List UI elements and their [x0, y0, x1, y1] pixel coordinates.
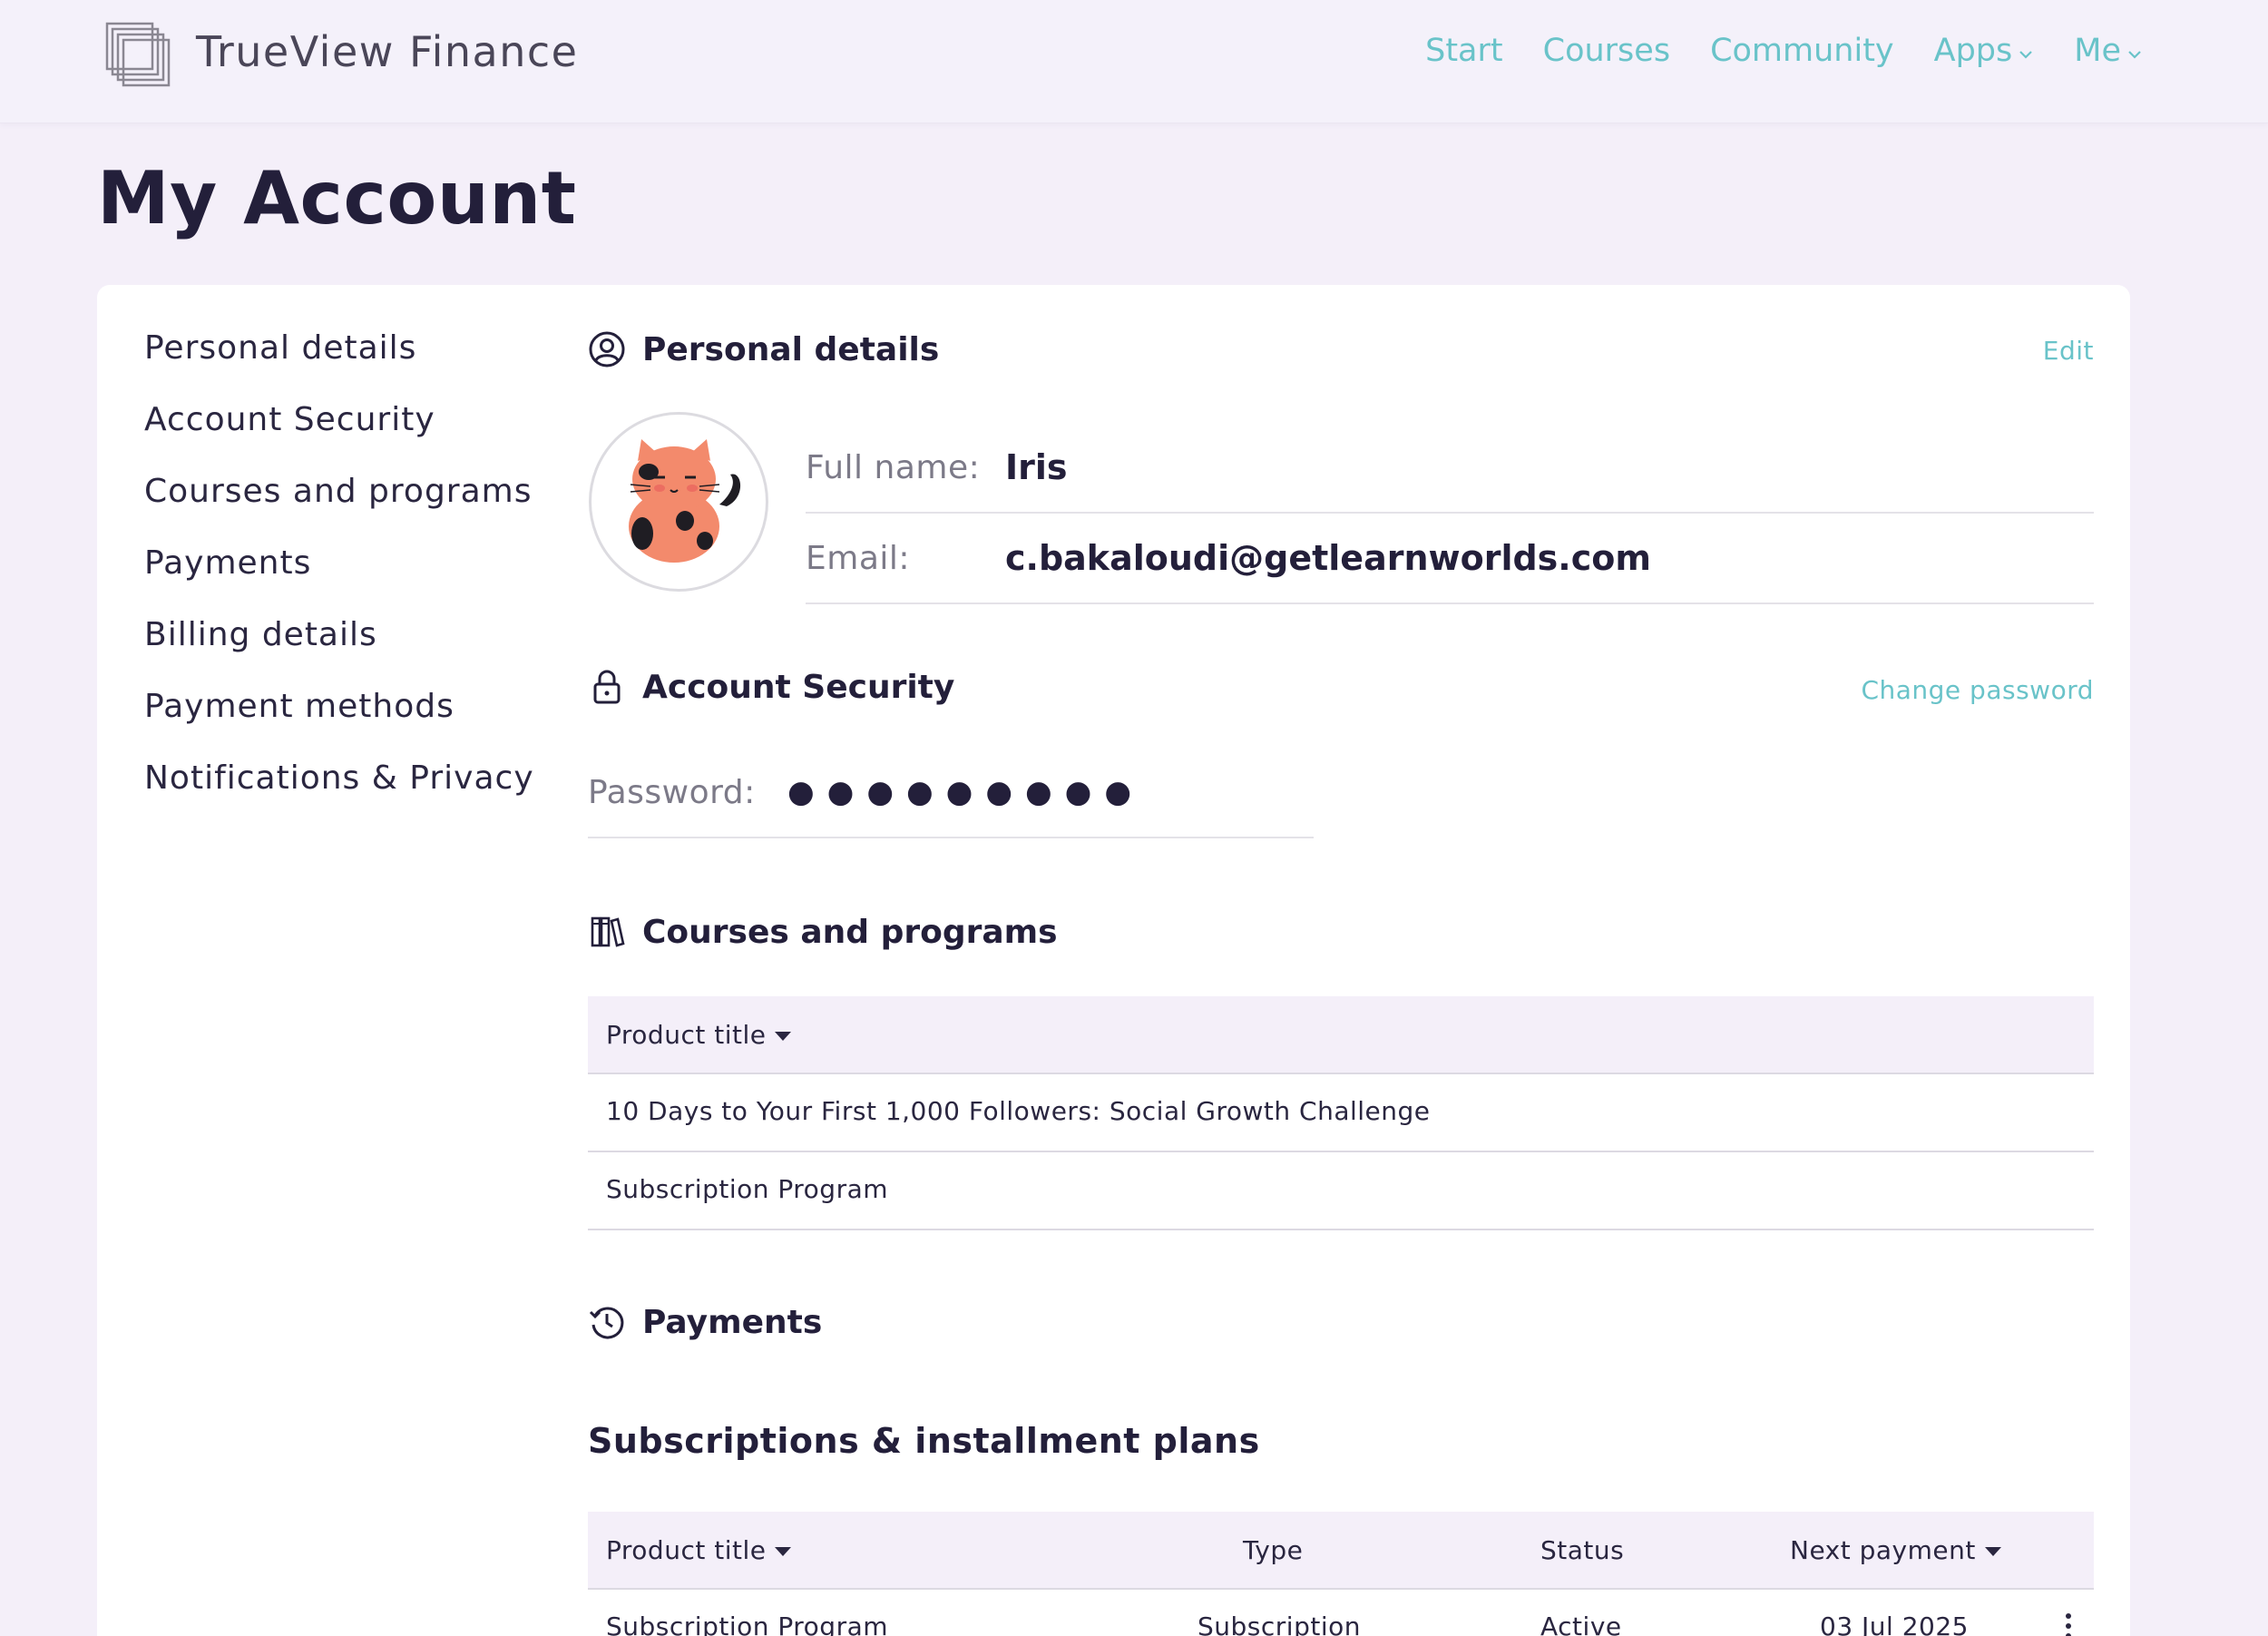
nav-community-label: Community — [1710, 33, 1894, 69]
chevron-down-icon — [2019, 51, 2033, 59]
password-label: Password: — [588, 773, 756, 811]
brand-name[interactable]: TrueView Finance — [196, 27, 578, 76]
type-header: Type — [1243, 1535, 1303, 1565]
caret-down-icon — [1984, 1547, 2001, 1556]
courses-title: Courses and programs — [642, 913, 1058, 951]
status-header-label: Status — [1540, 1534, 1625, 1565]
cat-avatar-icon — [629, 439, 741, 563]
next-payment-cell: 03 Jul 2025 — [1820, 1612, 1969, 1636]
history-icon — [588, 1303, 626, 1341]
courses-table: Product title 10 Days to Your First 1,00… — [588, 996, 2094, 1230]
product-title-header: Product title — [606, 1534, 767, 1565]
type-header-label: Type — [1243, 1534, 1304, 1565]
fullname-label: Full name: — [806, 448, 981, 486]
books-icon — [588, 913, 626, 951]
sidebar-item-personal-details[interactable]: Personal details — [144, 312, 534, 384]
password-mask: ●●●●●●●●● — [787, 774, 1145, 810]
email-value: c.bakaloudi@getlearnworlds.com — [1005, 538, 1651, 578]
sort-product-title[interactable]: Product title — [606, 1019, 792, 1050]
personal-details-header: Personal details — [588, 330, 939, 368]
change-password-link[interactable]: Change password — [1861, 675, 2094, 705]
page-title: My Account — [97, 156, 577, 240]
subscriptions-table: Product title Type Status Next payment S… — [588, 1512, 2094, 1636]
account-card: Personal details Account Security Course… — [97, 285, 2130, 1636]
table-row[interactable]: Subscription Program Subscription Active… — [588, 1590, 2094, 1636]
nav-apps[interactable]: Apps — [1934, 33, 2035, 69]
sidebar-item-payment-methods[interactable]: Payment methods — [144, 671, 534, 742]
email-row: Email: c.bakaloudi@getlearnworlds.com — [806, 514, 2094, 604]
subscriptions-table-header: Product title Type Status Next payment — [588, 1512, 2094, 1590]
nav-me-label: Me — [2074, 33, 2121, 69]
edit-link[interactable]: Edit — [2043, 336, 2094, 366]
payments-title: Payments — [642, 1303, 823, 1341]
logo-icon[interactable] — [105, 22, 171, 87]
personal-details-title: Personal details — [642, 330, 940, 368]
sidebar-item-notifications[interactable]: Notifications & Privacy — [144, 742, 534, 814]
sidebar-item-courses[interactable]: Courses and programs — [144, 456, 534, 527]
fullname-row: Full name: Iris — [806, 423, 2094, 514]
avatar[interactable] — [589, 412, 768, 592]
sidebar-item-account-security[interactable]: Account Security — [144, 384, 534, 456]
nav-apps-label: Apps — [1933, 33, 2013, 69]
sidebar-item-payments[interactable]: Payments — [144, 527, 534, 599]
caret-down-icon — [775, 1547, 792, 1556]
sort-next-payment[interactable]: Next payment — [1790, 1535, 2001, 1565]
fullname-value: Iris — [1005, 447, 1068, 487]
product-title-header: Product title — [606, 1019, 767, 1050]
table-row[interactable]: Subscription Program — [588, 1152, 2094, 1230]
type-cell: Subscription — [1198, 1612, 1361, 1636]
table-row[interactable]: 10 Days to Your First 1,000 Followers: S… — [588, 1074, 2094, 1152]
payments-header: Payments — [588, 1303, 822, 1341]
nav-community[interactable]: Community — [1710, 33, 1894, 69]
nav-start-label: Start — [1425, 33, 1503, 69]
more-options-icon[interactable] — [2061, 1613, 2076, 1636]
subscriptions-heading: Subscriptions & installment plans — [588, 1421, 1260, 1461]
main-nav: Start Courses Community Apps Me — [1425, 33, 2143, 69]
status-header: Status — [1540, 1535, 1624, 1565]
courses-table-header: Product title — [588, 996, 2094, 1074]
course-title-cell: 10 Days to Your First 1,000 Followers: S… — [606, 1096, 1431, 1126]
status-cell: Active — [1540, 1612, 1622, 1636]
product-cell: Subscription Program — [606, 1612, 889, 1636]
nav-courses[interactable]: Courses — [1543, 33, 1670, 69]
sort-product-title[interactable]: Product title — [606, 1534, 792, 1565]
account-security-header: Account Security — [588, 668, 954, 706]
caret-down-icon — [775, 1032, 792, 1041]
course-title-cell: Subscription Program — [606, 1174, 889, 1204]
user-circle-icon — [588, 330, 626, 368]
nav-me[interactable]: Me — [2074, 33, 2143, 69]
top-header: TrueView Finance Start Courses Community… — [0, 0, 2268, 123]
email-label: Email: — [806, 539, 911, 577]
next-payment-header: Next payment — [1790, 1534, 1976, 1565]
nav-start[interactable]: Start — [1425, 33, 1503, 69]
account-sidebar: Personal details Account Security Course… — [144, 329, 534, 814]
chevron-down-icon — [2128, 51, 2141, 59]
nav-courses-label: Courses — [1542, 33, 1671, 69]
courses-header: Courses and programs — [588, 913, 1058, 951]
sidebar-item-billing-details[interactable]: Billing details — [144, 599, 534, 671]
account-security-title: Account Security — [642, 668, 955, 706]
lock-icon — [588, 668, 626, 706]
password-row: Password: ●●●●●●●●● — [588, 748, 1314, 838]
